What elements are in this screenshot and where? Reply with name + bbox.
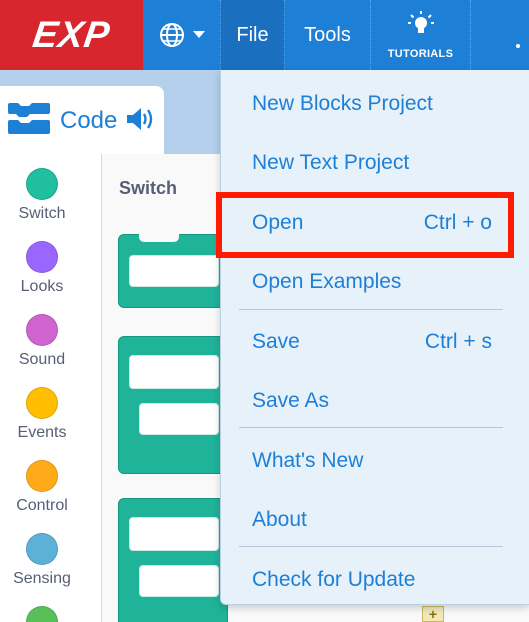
menu-item-shortcut: Ctrl + s — [424, 329, 492, 353]
menu-item-check-for-update[interactable]: Check for Update — [221, 550, 529, 609]
menu-item-label: Check for Update — [252, 567, 416, 591]
code-blocks-icon — [8, 100, 52, 143]
category-dot — [26, 460, 58, 492]
category-label: Switch — [18, 205, 66, 222]
category-label: Events — [17, 424, 67, 441]
block-input-slot[interactable] — [129, 517, 219, 551]
block-notch — [139, 234, 179, 242]
block-input-slot[interactable] — [139, 403, 219, 435]
menu-item-label: Save As — [252, 388, 330, 412]
switch-block[interactable] — [118, 498, 228, 622]
logo-text: EXP — [30, 14, 113, 55]
menu-separator — [239, 309, 503, 310]
block-input-slot[interactable] — [139, 565, 219, 597]
menu-item-save-as[interactable]: Save As — [221, 371, 529, 430]
menu-item-whats-new[interactable]: What's New — [221, 431, 529, 490]
block-input-slot[interactable] — [129, 255, 219, 287]
category-operators[interactable] — [0, 606, 84, 622]
menu-item-label: What's New — [252, 448, 364, 472]
category-label: Sound — [18, 351, 66, 368]
category-label: Looks — [20, 278, 64, 295]
menu-item-label: Open Examples — [252, 269, 402, 293]
category-dot — [26, 168, 58, 200]
menu-item-new-text-project[interactable]: New Text Project — [221, 133, 529, 192]
category-dot — [26, 606, 58, 622]
menu-item-label: New Blocks Project — [252, 91, 433, 115]
tools-menu-button[interactable]: Tools — [285, 0, 371, 70]
category-dot — [26, 241, 58, 273]
block-input-slot[interactable] — [129, 355, 219, 389]
switch-block[interactable] — [118, 234, 228, 308]
category-dot — [26, 387, 58, 419]
lightbulb-icon — [407, 10, 435, 44]
menu-item-open-examples[interactable]: Open Examples — [221, 252, 529, 311]
language-menu-button[interactable] — [143, 0, 220, 70]
tab-code-label: Code — [60, 107, 118, 134]
category-events[interactable]: Events — [0, 387, 84, 442]
menu-separator — [239, 546, 503, 547]
open-highlight-box — [216, 192, 514, 258]
tutorials-label: TUTORIALS — [387, 47, 454, 60]
menu-item-new-blocks-project[interactable]: New Blocks Project — [221, 74, 529, 133]
category-dot — [26, 533, 58, 565]
menu-item-label: New Text Project — [252, 150, 410, 174]
category-looks[interactable]: Looks — [0, 241, 84, 296]
category-control[interactable]: Control — [0, 460, 84, 515]
menu-item-label: About — [252, 507, 307, 531]
speaker-icon — [125, 105, 155, 138]
tutorials-button[interactable]: TUTORIALS — [371, 0, 471, 70]
file-dropdown-menu: New Blocks Project New Text Project Open… — [220, 70, 529, 605]
category-label: Sensing — [13, 570, 71, 587]
file-menu-button[interactable]: File — [220, 0, 285, 70]
menu-separator — [239, 427, 503, 428]
category-sensing[interactable]: Sensing — [0, 533, 84, 588]
caret-down-icon — [192, 31, 205, 39]
category-label: Control — [16, 497, 68, 514]
globe-icon — [159, 22, 185, 48]
category-sound[interactable]: Sound — [0, 314, 84, 369]
tab-code[interactable]: Code — [0, 86, 164, 156]
menu-item-label: Save — [252, 329, 300, 353]
category-dot — [26, 314, 58, 346]
switch-block[interactable] — [118, 336, 228, 474]
exp-logo[interactable]: EXP — [0, 0, 143, 70]
overflow-icon[interactable] — [515, 40, 521, 50]
menu-item-about[interactable]: About — [221, 490, 529, 549]
menu-item-save[interactable]: Save Ctrl + s — [221, 312, 529, 371]
category-switch[interactable]: Switch — [0, 168, 84, 223]
category-menu: Switch Looks Sound Events Control Sensin… — [0, 154, 102, 622]
menu-bar: EXP File Tools TUTORIALS — [0, 0, 529, 70]
palette-title: Switch — [119, 178, 178, 198]
